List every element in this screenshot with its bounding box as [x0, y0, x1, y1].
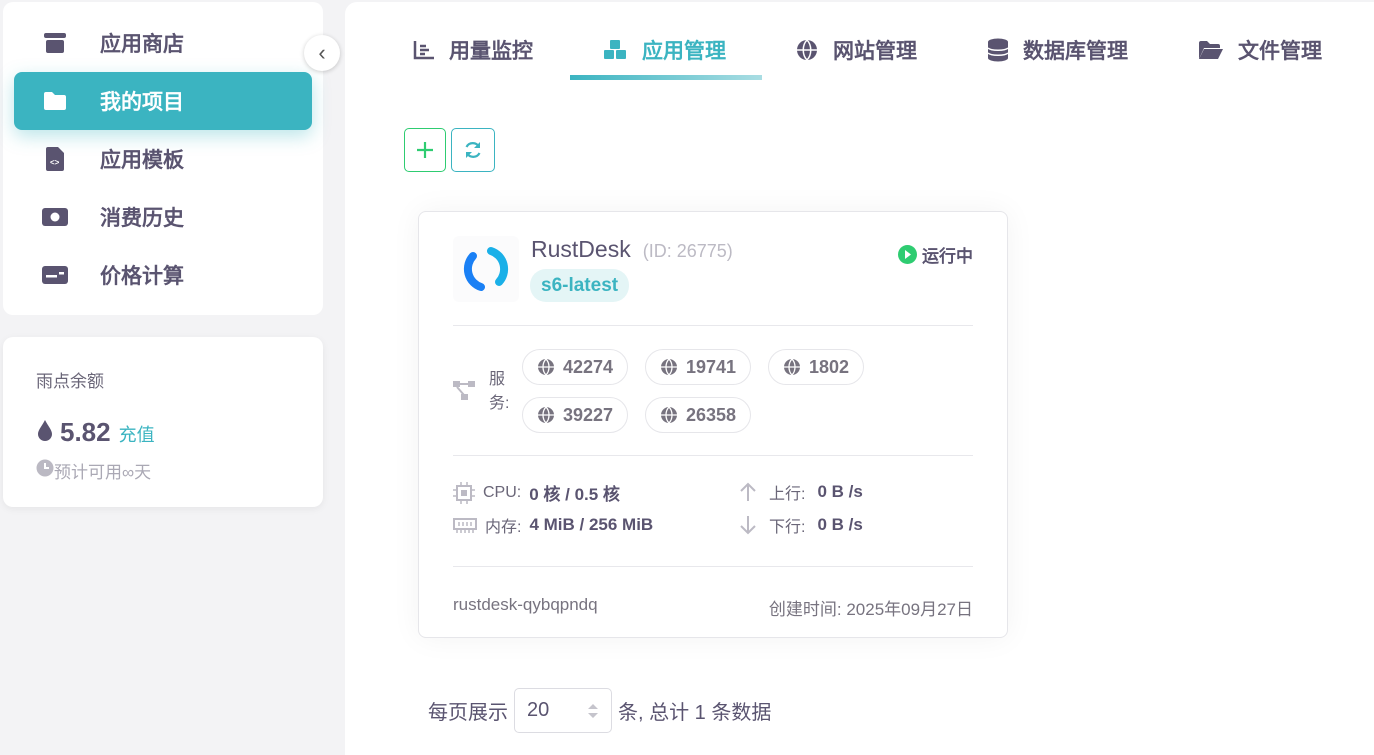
globe-icon: [797, 39, 817, 61]
service-port-pill[interactable]: 39227: [522, 397, 629, 433]
main-panel: 用量监控 应用管理 网站管理 数据库管理 文件管理 RustDesk (ID: …: [345, 2, 1374, 755]
tab-label: 用量监控: [449, 40, 533, 63]
add-app-button[interactable]: [404, 128, 446, 172]
globe-icon: [661, 358, 677, 376]
active-tab-indicator: [570, 75, 762, 80]
arrow-down-icon: [740, 516, 756, 535]
service-port-pill[interactable]: 1802: [768, 349, 865, 385]
cpu-value: 0 核 / 0.5 核: [529, 485, 620, 504]
folder-icon: [42, 91, 68, 111]
app-id: (ID: 26775): [642, 241, 733, 261]
sidebar-item-label: 消费历史: [100, 207, 184, 230]
balance-title: 雨点余额: [36, 372, 104, 391]
database-icon: [987, 38, 1009, 62]
tab-label: 数据库管理: [1023, 40, 1128, 63]
tab-usage-monitor[interactable]: 用量监控: [413, 30, 533, 70]
balance-card: 雨点余额 5.82 充值 预计可用∞天: [3, 337, 323, 507]
page-size-prefix: 每页展示: [428, 702, 508, 724]
sidebar-item-app-store[interactable]: 应用商店: [14, 14, 312, 72]
port-number: 39227: [563, 404, 614, 425]
tab-label: 应用管理: [642, 40, 726, 63]
total-count: 条, 总计 1 条数据: [618, 702, 772, 724]
download-label: 下行:: [769, 519, 806, 536]
port-number: 42274: [563, 356, 614, 377]
calculator-icon: [42, 266, 68, 284]
file-code-icon: <>: [42, 147, 68, 171]
droplet-icon: [36, 419, 54, 446]
cpu-label: CPU:: [483, 483, 522, 501]
tab-app-management[interactable]: 应用管理: [602, 30, 726, 70]
globe-icon: [538, 358, 554, 376]
cpu-icon: [453, 481, 475, 504]
divider: [453, 325, 973, 326]
refresh-button[interactable]: [451, 128, 495, 172]
upload-value: 0 B /s: [817, 482, 863, 501]
tab-website-management[interactable]: 网站管理: [795, 30, 917, 70]
plus-icon: [417, 142, 433, 158]
rustdesk-logo: [453, 236, 519, 302]
globe-icon: [538, 406, 554, 424]
service-port-pill[interactable]: 26358: [645, 397, 752, 433]
app-name: RustDesk: [531, 236, 631, 262]
sidebar-item-label: 应用模板: [100, 149, 184, 172]
created-time: 创建时间: 2025年09月27日: [768, 600, 973, 619]
page-size-select[interactable]: 20: [514, 688, 612, 733]
port-number: 26358: [686, 404, 737, 425]
recharge-link[interactable]: 充值: [119, 421, 155, 447]
sidebar-item-app-templates[interactable]: <> 应用模板: [14, 130, 312, 188]
globe-icon: [784, 358, 800, 376]
sidebar-item-billing-history[interactable]: 消费历史: [14, 188, 312, 246]
version-tag: s6-latest: [530, 269, 630, 302]
store-icon: [42, 32, 68, 54]
port-number: 1802: [809, 356, 850, 377]
cubes-icon: [604, 40, 626, 59]
download-value: 0 B /s: [817, 515, 863, 534]
refresh-icon: [465, 142, 481, 158]
page-size-value: 20: [527, 699, 550, 721]
tab-label: 网站管理: [833, 40, 917, 63]
chevron-left-icon: ‹: [318, 40, 326, 65]
sidebar-item-label: 价格计算: [100, 265, 184, 288]
service-port-pill[interactable]: 19741: [645, 349, 752, 385]
folder-open-icon: [1199, 41, 1223, 59]
memory-label: 内存:: [485, 519, 522, 536]
divider: [453, 566, 973, 567]
sidebar-item-label: 我的项目: [100, 91, 184, 114]
sidebar-item-price-calculator[interactable]: 价格计算: [14, 246, 312, 304]
app-card[interactable]: RustDesk (ID: 26775) s6-latest 运行中 服务: 4…: [418, 211, 1008, 638]
balance-amount: 5.82: [60, 417, 111, 447]
play-circle-icon: [898, 245, 917, 264]
memory-value: 4 MiB / 256 MiB: [529, 515, 654, 534]
sidebar-item-my-projects[interactable]: 我的项目: [14, 72, 312, 130]
tab-label: 文件管理: [1238, 40, 1322, 63]
tab-database-management[interactable]: 数据库管理: [987, 30, 1128, 70]
tab-file-management[interactable]: 文件管理: [1198, 30, 1322, 70]
port-number: 19741: [686, 356, 737, 377]
sort-arrows-icon: [588, 703, 598, 718]
services-label: 服务:: [489, 371, 510, 412]
service-port-pill[interactable]: 42274: [522, 349, 629, 385]
memory-icon: [453, 518, 477, 533]
arrow-up-icon: [740, 482, 756, 501]
status-badge: 运行中: [922, 247, 973, 266]
app-slug: rustdesk-qybqpndq: [453, 595, 598, 614]
divider: [453, 455, 973, 456]
svg-text:<>: <>: [50, 158, 60, 167]
chart-icon: [413, 41, 434, 60]
clock-icon: [36, 459, 54, 482]
money-icon: [42, 208, 68, 226]
service-tree-icon: [453, 381, 475, 400]
estimate-text: 预计可用∞天: [54, 463, 152, 482]
collapse-sidebar-button[interactable]: ‹: [304, 35, 340, 71]
upload-label: 上行:: [769, 486, 806, 503]
sidebar-item-label: 应用商店: [100, 33, 184, 56]
globe-icon: [661, 406, 677, 424]
